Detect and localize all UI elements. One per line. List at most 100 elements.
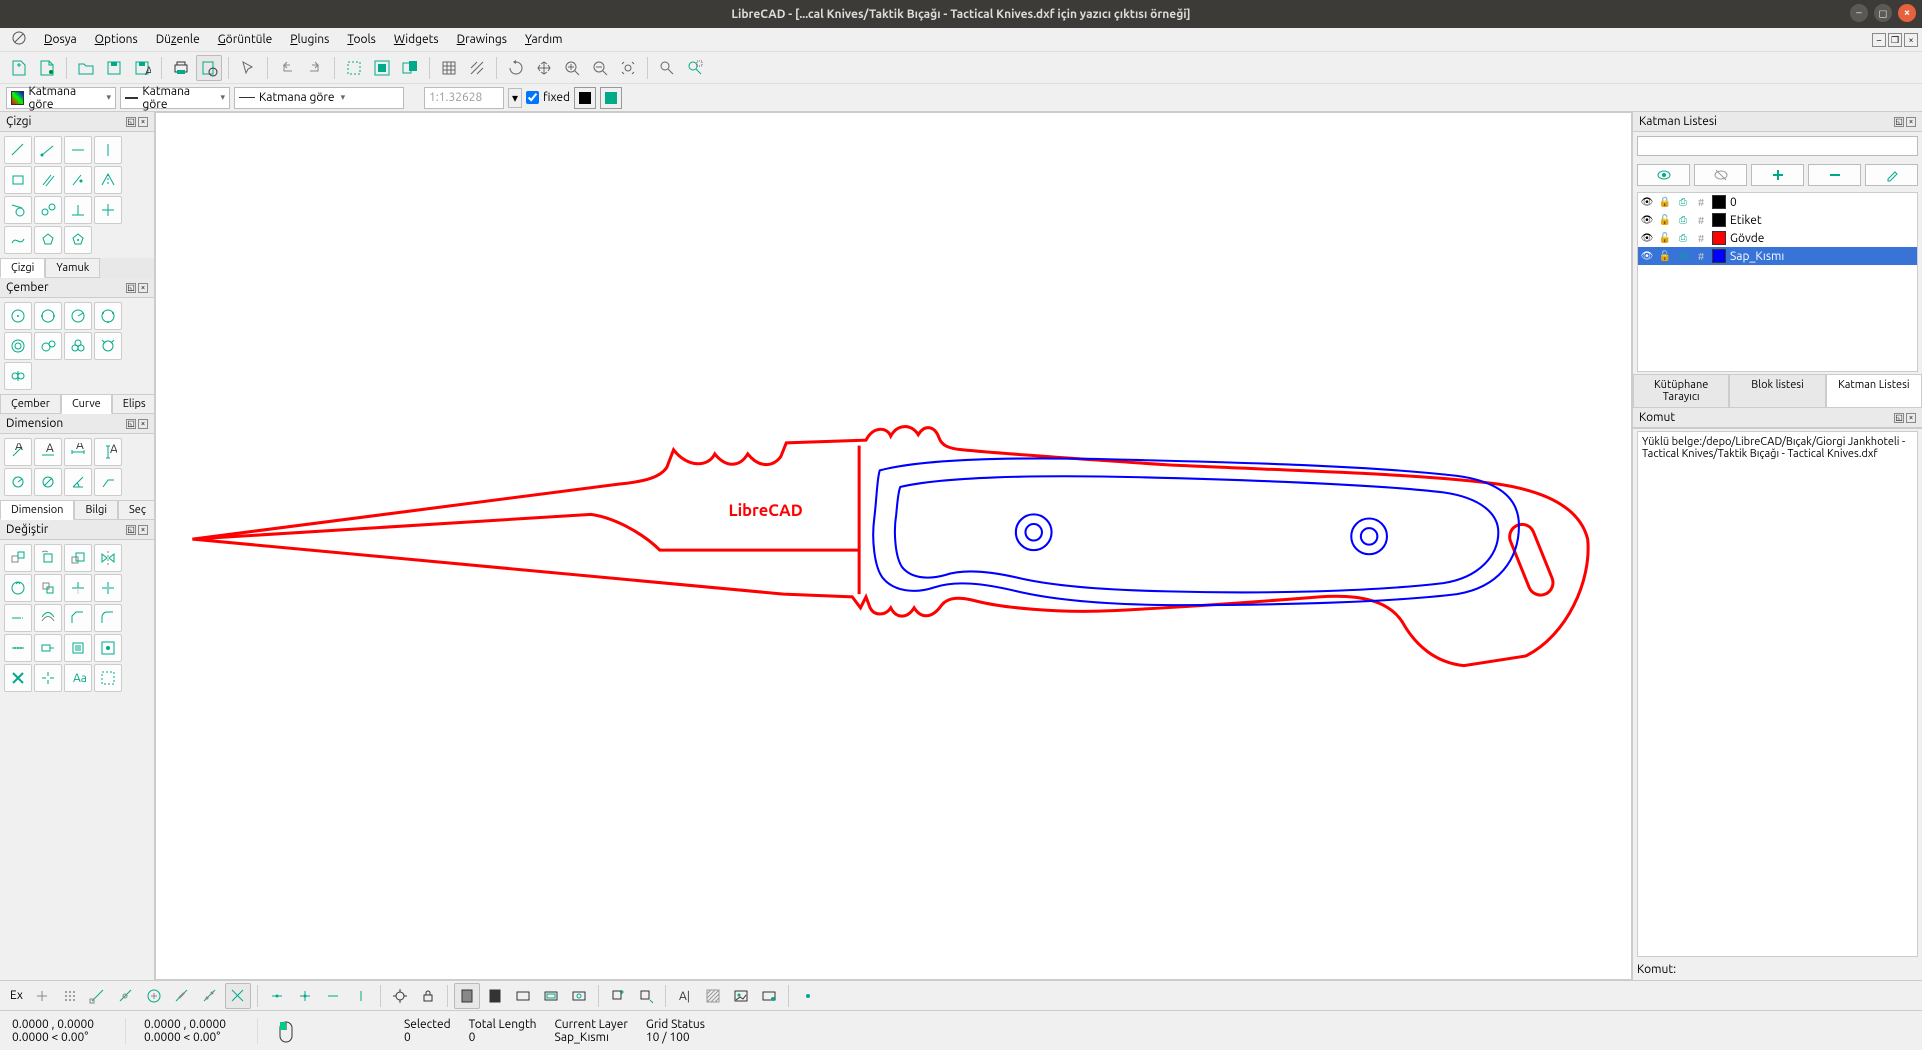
draft-mode-button[interactable] bbox=[464, 55, 490, 81]
circle-2pt-radius-button[interactable] bbox=[64, 302, 92, 330]
insert-block-button[interactable] bbox=[633, 983, 659, 1009]
lock-icon[interactable]: 🔓 bbox=[1658, 232, 1672, 244]
layer-row-govde[interactable]: 👁 🔓 ⎙ # Gövde bbox=[1638, 229, 1917, 247]
hatch-button[interactable] bbox=[700, 983, 726, 1009]
explode-text-button[interactable]: Aa bbox=[64, 664, 92, 692]
stretch-button[interactable] bbox=[34, 634, 62, 662]
preview-center-button[interactable] bbox=[566, 983, 592, 1009]
new-file-button[interactable] bbox=[6, 55, 32, 81]
text-button[interactable]: A| bbox=[672, 983, 698, 1009]
yamuk-tab[interactable]: Yamuk bbox=[45, 258, 100, 278]
pointer-button[interactable] bbox=[235, 55, 261, 81]
layer-row-0[interactable]: 👁 🔒 ⎙ # 0 bbox=[1638, 193, 1917, 211]
dock-close-icon[interactable]: × bbox=[138, 525, 148, 535]
preview-landscape-button[interactable] bbox=[510, 983, 536, 1009]
layer-list[interactable]: 👁 🔒 ⎙ # 0 👁 🔓 ⎙ # Etiket 👁 🔓 ⎙ # bbox=[1637, 192, 1918, 372]
layer-hide-all-button[interactable] bbox=[1694, 164, 1747, 186]
print-preview-button[interactable] bbox=[196, 55, 222, 81]
snap-free-button[interactable] bbox=[29, 983, 55, 1009]
block-list-tab[interactable]: Blok listesi bbox=[1729, 374, 1825, 408]
undo-button[interactable] bbox=[274, 55, 300, 81]
mdi-minimize-button[interactable]: – bbox=[1872, 33, 1886, 47]
dim-horiz-button[interactable]: A bbox=[64, 438, 92, 466]
explode-button[interactable] bbox=[34, 664, 62, 692]
dock-close-icon[interactable]: × bbox=[1906, 117, 1916, 127]
print-icon[interactable]: ⎙ bbox=[1676, 250, 1690, 262]
line-horiz-button[interactable] bbox=[64, 136, 92, 164]
dim-linear-button[interactable]: A bbox=[34, 438, 62, 466]
dim-radial-button[interactable] bbox=[4, 468, 32, 496]
line-tangent2-button[interactable] bbox=[34, 196, 62, 224]
save-as-button[interactable]: A bbox=[129, 55, 155, 81]
properties-button[interactable] bbox=[64, 634, 92, 662]
layer-list-tab[interactable]: Katman Listesi bbox=[1826, 374, 1922, 408]
menu-drawings[interactable]: Drawings bbox=[449, 31, 515, 48]
line-parallel-button[interactable] bbox=[34, 166, 62, 194]
print-icon[interactable]: ⎙ bbox=[1676, 196, 1690, 208]
lock-rel-zero-button[interactable] bbox=[415, 983, 441, 1009]
dock-close-icon[interactable]: × bbox=[138, 117, 148, 127]
menu-plugins[interactable]: Plugins bbox=[282, 31, 337, 48]
menu-widgets[interactable]: Widgets bbox=[386, 31, 447, 48]
menu-duzenle[interactable]: Düzenle bbox=[148, 31, 208, 48]
menu-yardim[interactable]: Yardım bbox=[517, 31, 571, 48]
set-rel-zero-button[interactable] bbox=[387, 983, 413, 1009]
drawing-canvas[interactable]: LibreCAD bbox=[155, 112, 1632, 980]
fixed-checkbox[interactable]: fixed bbox=[526, 91, 570, 104]
attributes-button[interactable] bbox=[94, 634, 122, 662]
line-angle-button[interactable] bbox=[34, 136, 62, 164]
mdi-close-button[interactable]: × bbox=[1904, 33, 1918, 47]
curve-tab[interactable]: Curve bbox=[61, 394, 112, 414]
construction-icon[interactable]: # bbox=[1694, 215, 1708, 226]
delete-button[interactable] bbox=[4, 664, 32, 692]
layer-remove-button[interactable] bbox=[1808, 164, 1861, 186]
dock-float-icon[interactable]: ◱ bbox=[1894, 413, 1904, 423]
layer-filter-input[interactable] bbox=[1637, 136, 1918, 156]
trim-button[interactable] bbox=[64, 574, 92, 602]
restrict-orthogonal-button[interactable] bbox=[292, 983, 318, 1009]
circle-concentric-button[interactable] bbox=[4, 332, 32, 360]
layer-row-sap-kismi[interactable]: 👁 🔓 ⎙ # Sap_Kısmı bbox=[1638, 247, 1917, 265]
bevel-button[interactable] bbox=[64, 604, 92, 632]
menu-goruntule[interactable]: Görüntüle bbox=[210, 31, 281, 48]
construction-icon[interactable]: # bbox=[1694, 197, 1708, 208]
layer-edit-button[interactable] bbox=[1865, 164, 1918, 186]
layer-row-etiket[interactable]: 👁 🔓 ⎙ # Etiket bbox=[1638, 211, 1917, 229]
line-rect-button[interactable] bbox=[4, 166, 32, 194]
mirror-button[interactable] bbox=[94, 544, 122, 572]
trim2-button[interactable] bbox=[94, 574, 122, 602]
dim-aligned-button[interactable]: A bbox=[4, 438, 32, 466]
print-icon[interactable]: ⎙ bbox=[1676, 232, 1690, 244]
zoom-extents-button[interactable] bbox=[615, 55, 641, 81]
dim-angular-button[interactable] bbox=[64, 468, 92, 496]
dimension-tab[interactable]: Dimension bbox=[0, 500, 74, 520]
dock-float-icon[interactable]: ◱ bbox=[126, 117, 136, 127]
mdi-restore-button[interactable]: ❐ bbox=[1888, 33, 1902, 47]
eye-icon[interactable]: 👁 bbox=[1640, 250, 1654, 262]
snap-endpoint-button[interactable] bbox=[85, 983, 111, 1009]
circle-tan1-button[interactable] bbox=[34, 332, 62, 360]
zoom-auto-button[interactable] bbox=[369, 55, 395, 81]
options-button[interactable] bbox=[795, 983, 821, 1009]
layer-add-button[interactable] bbox=[1751, 164, 1804, 186]
construction-icon[interactable]: # bbox=[1694, 251, 1708, 262]
edit-entity-button[interactable] bbox=[94, 664, 122, 692]
restrict-horizontal-button[interactable] bbox=[320, 983, 346, 1009]
dock-float-icon[interactable]: ◱ bbox=[126, 525, 136, 535]
lock-icon[interactable]: 🔒 bbox=[1658, 196, 1672, 208]
offset-button[interactable] bbox=[34, 604, 62, 632]
construction-icon[interactable]: # bbox=[1694, 233, 1708, 244]
width-by-layer-combo[interactable]: Katmana göre▾ bbox=[120, 87, 230, 109]
zoom-out-button[interactable] bbox=[587, 55, 613, 81]
zoom-pan-button[interactable] bbox=[531, 55, 557, 81]
snap-middle-button[interactable] bbox=[169, 983, 195, 1009]
app-icon[interactable] bbox=[4, 29, 34, 50]
dim-diametric-button[interactable] bbox=[34, 468, 62, 496]
cizgi-tab[interactable]: Çizgi bbox=[0, 258, 45, 278]
line-polygon2-button[interactable] bbox=[64, 226, 92, 254]
grid-toggle-button[interactable] bbox=[436, 55, 462, 81]
rotate2-button[interactable] bbox=[34, 574, 62, 602]
circle-tan3-button[interactable] bbox=[94, 332, 122, 360]
color-by-layer-combo[interactable]: Katmana göre▾ bbox=[6, 87, 116, 109]
restrict-nothing-button[interactable] bbox=[264, 983, 290, 1009]
